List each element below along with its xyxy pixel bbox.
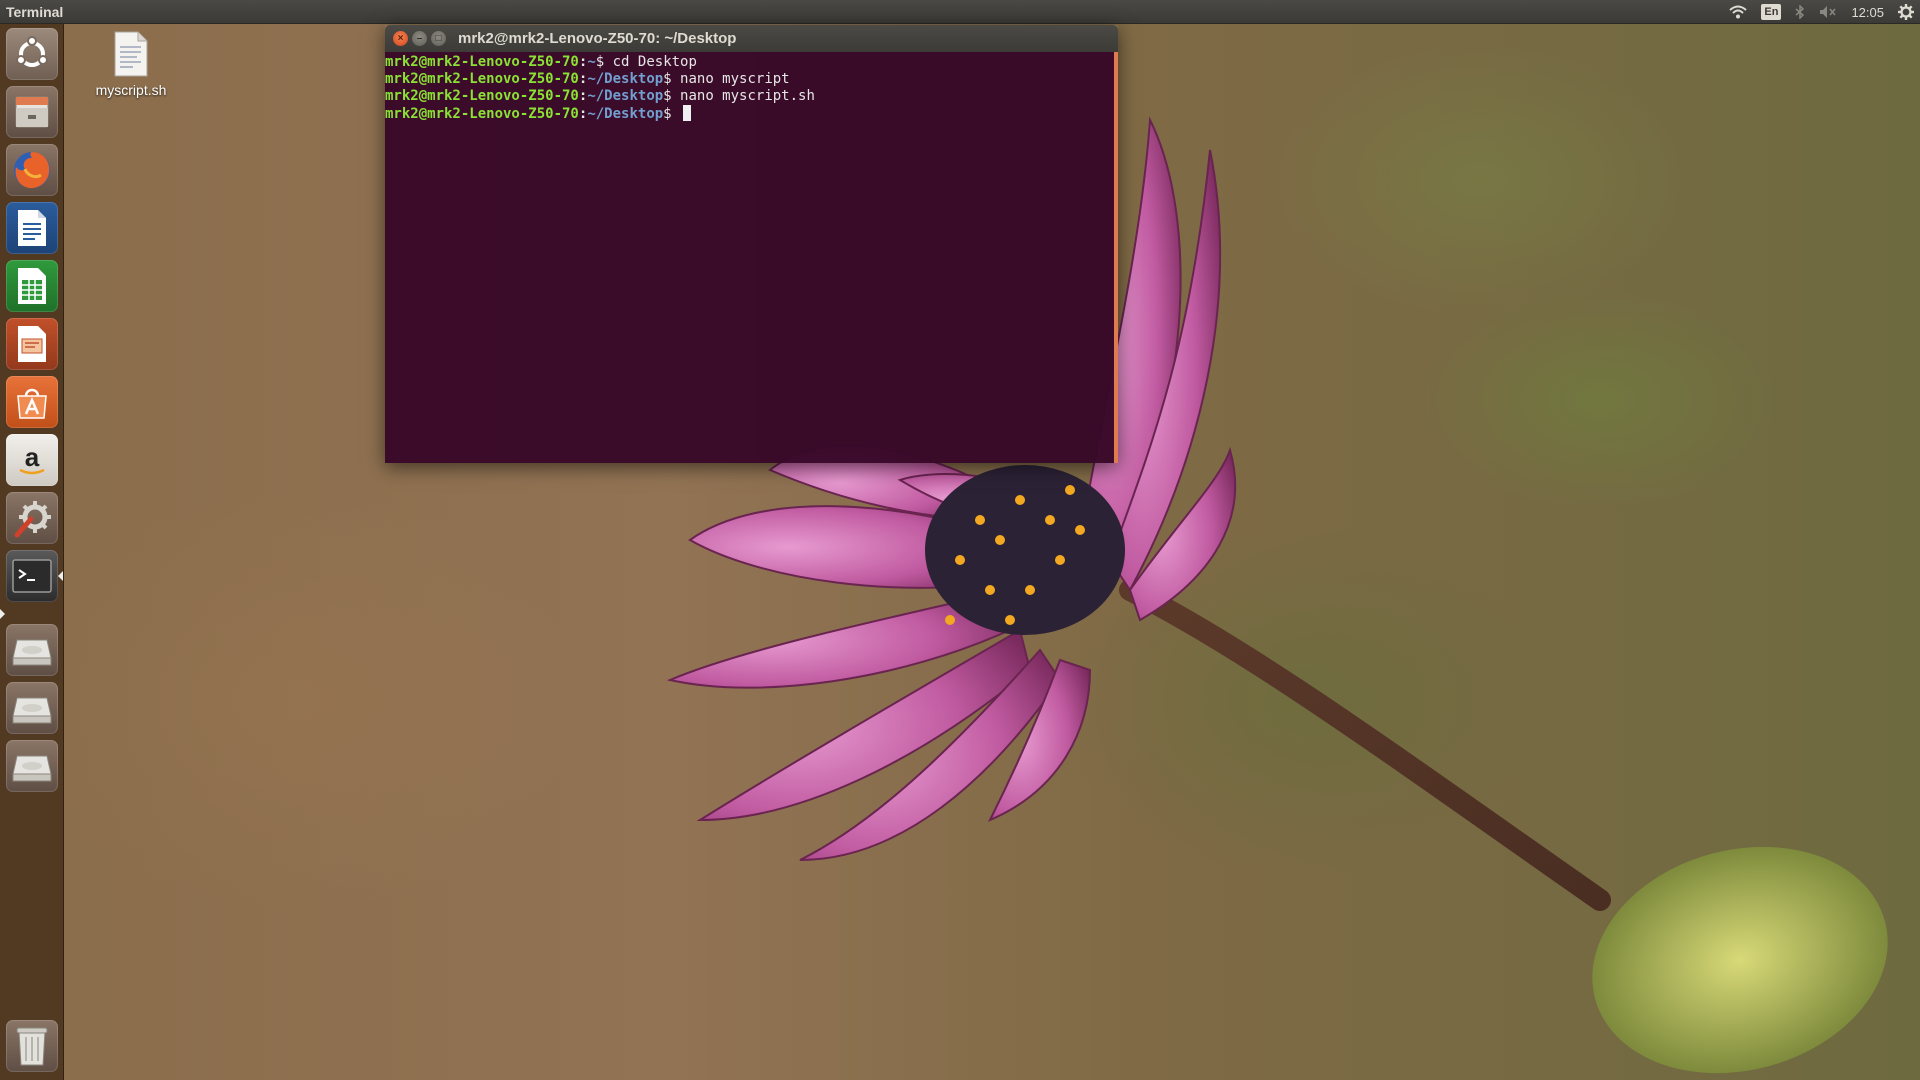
launcher-item-firefox[interactable] <box>6 144 58 196</box>
ubuntu-logo-icon <box>16 36 48 67</box>
command-text: nano myscript.sh <box>671 88 815 104</box>
drive-icon <box>12 639 52 666</box>
prompt-path: ~/Desktop <box>587 71 664 87</box>
active-app-title: Terminal <box>6 3 64 20</box>
bluetooth-icon[interactable] <box>1795 0 1805 24</box>
file-cabinet-icon <box>15 96 49 128</box>
keyboard-layout-label: En <box>1761 4 1782 20</box>
keyboard-layout-indicator[interactable]: En <box>1761 0 1782 24</box>
window-controls: × – □ <box>385 31 458 46</box>
amazon-icon: a <box>19 442 45 475</box>
launcher-item-files[interactable] <box>6 86 58 138</box>
command-text: nano myscript <box>671 71 790 87</box>
prompt-user: mrk2@mrk2-Lenovo-Z50-70 <box>385 106 579 122</box>
firefox-icon <box>14 152 50 189</box>
command-text: cd Desktop <box>604 54 697 70</box>
impress-icon <box>18 326 46 362</box>
launcher-item-terminal[interactable] <box>6 550 58 602</box>
desktop-icon-myscript[interactable]: myscript.sh <box>88 30 174 98</box>
prompt-path: ~/Desktop <box>587 106 664 122</box>
prompt-symbol: $ <box>663 71 672 87</box>
settings-icon <box>14 501 51 538</box>
svg-text:a: a <box>25 442 40 472</box>
drive-icon <box>12 755 52 782</box>
wifi-icon[interactable] <box>1729 0 1748 24</box>
terminal-line: mrk2@mrk2-Lenovo-Z50-70:~$ cd Desktop <box>385 54 1118 71</box>
prompt-user: mrk2@mrk2-Lenovo-Z50-70 <box>385 88 579 104</box>
indicator-area: En 12:05 <box>1729 0 1914 24</box>
prompt-user: mrk2@mrk2-Lenovo-Z50-70 <box>385 54 579 70</box>
window-title: mrk2@mrk2-Lenovo-Z50-70: ~/Desktop <box>458 30 737 47</box>
top-panel: Terminal En 12:05 <box>0 0 1920 24</box>
launcher-item-libreoffice-calc[interactable] <box>6 260 58 312</box>
writer-icon <box>18 210 46 246</box>
launcher-item-libreoffice-impress[interactable] <box>6 318 58 370</box>
software-center-icon <box>17 388 47 419</box>
clock[interactable]: 12:05 <box>1851 5 1884 20</box>
terminal-line: mrk2@mrk2-Lenovo-Z50-70:~/Desktop$ nano … <box>385 88 1118 105</box>
launcher-item-libreoffice-writer[interactable] <box>6 202 58 254</box>
sound-muted-icon[interactable] <box>1819 0 1837 24</box>
launcher-item-amazon[interactable]: a <box>6 434 58 486</box>
command-text <box>672 106 680 122</box>
prompt-path: ~/Desktop <box>587 88 664 104</box>
terminal-scroll-edge[interactable] <box>1114 52 1118 463</box>
close-button[interactable]: × <box>393 31 408 46</box>
launcher-focus-indicator <box>58 571 63 581</box>
launcher-item-drive-3[interactable] <box>6 740 58 792</box>
terminal-window[interactable]: × – □ mrk2@mrk2-Lenovo-Z50-70: ~/Desktop… <box>385 25 1118 463</box>
prompt-path: ~ <box>587 54 596 70</box>
terminal-icon <box>12 559 52 593</box>
maximize-button[interactable]: □ <box>431 31 446 46</box>
prompt-user: mrk2@mrk2-Lenovo-Z50-70 <box>385 71 579 87</box>
trash-icon <box>16 1027 48 1066</box>
launcher-item-system-settings[interactable] <box>6 492 58 544</box>
unity-launcher: a <box>0 24 64 1080</box>
desktop-icon-label: myscript.sh <box>95 82 167 98</box>
calc-icon <box>18 268 46 304</box>
launcher-item-drive-1[interactable] <box>6 624 58 676</box>
prompt-symbol: $ <box>663 88 672 104</box>
launcher-item-dash-home[interactable] <box>6 28 58 80</box>
launcher-item-trash[interactable] <box>6 1020 58 1072</box>
text-cursor <box>683 105 692 121</box>
text-file-icon <box>114 31 148 77</box>
window-titlebar[interactable]: × – □ mrk2@mrk2-Lenovo-Z50-70: ~/Desktop <box>385 25 1118 52</box>
launcher-active-indicator <box>0 609 5 619</box>
launcher-item-drive-2[interactable] <box>6 682 58 734</box>
drive-icon <box>12 697 52 724</box>
prompt-symbol: $ <box>595 54 605 70</box>
terminal-line: mrk2@mrk2-Lenovo-Z50-70:~/Desktop$ nano … <box>385 71 1118 88</box>
minimize-button[interactable]: – <box>412 31 427 46</box>
terminal-line: mrk2@mrk2-Lenovo-Z50-70:~/Desktop$ <box>385 105 1118 123</box>
gear-icon[interactable] <box>1898 0 1914 24</box>
launcher-item-software-center[interactable] <box>6 376 58 428</box>
prompt-symbol: $ <box>663 106 672 122</box>
terminal-output[interactable]: mrk2@mrk2-Lenovo-Z50-70:~$ cd Desktop mr… <box>385 52 1118 463</box>
